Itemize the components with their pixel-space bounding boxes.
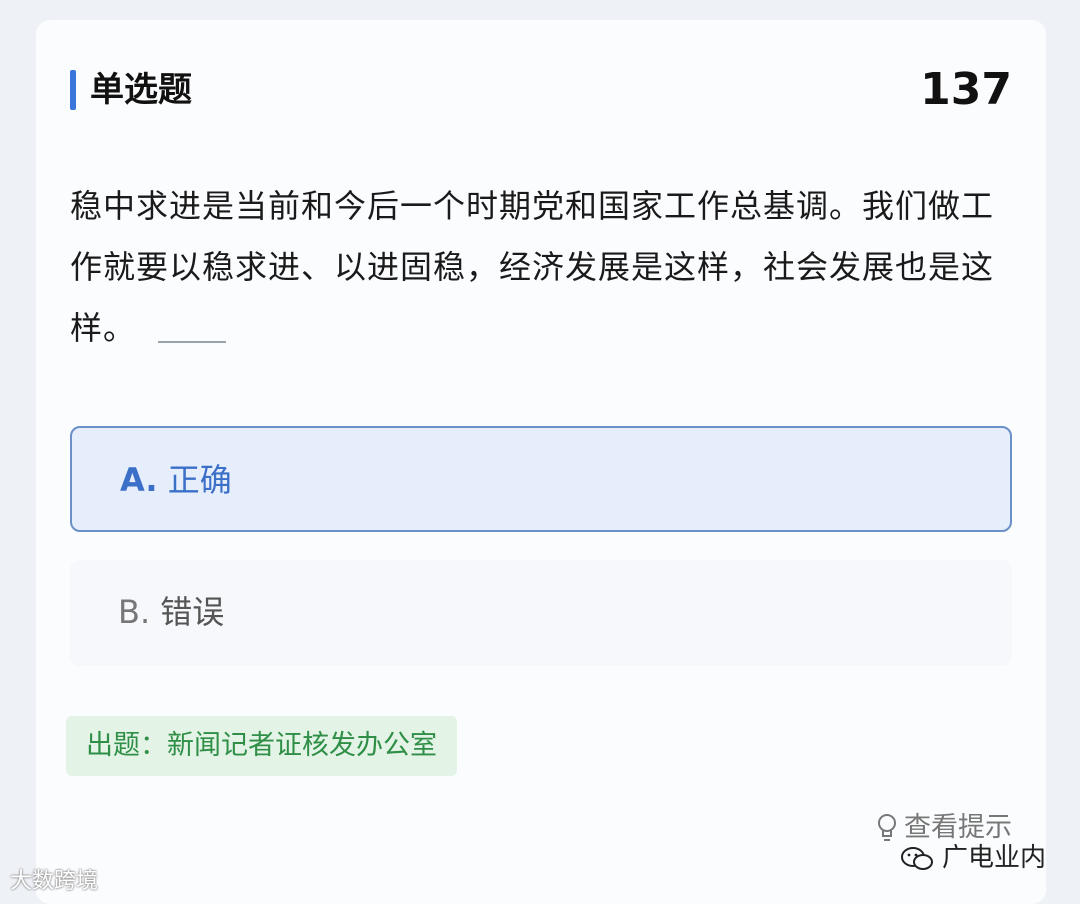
watermark-left: 大数跨境 — [10, 866, 98, 898]
option-a[interactable]: A. 正确 — [70, 426, 1012, 532]
option-letter: A. — [120, 461, 158, 499]
option-label: 错误 — [160, 593, 225, 631]
watermark-right: 广电业内 — [900, 840, 1046, 876]
option-a-content: A. 正确 — [120, 456, 232, 504]
source-badge: 出题：新闻记者证核发办公室 — [66, 716, 457, 776]
option-label: 正确 — [167, 461, 232, 499]
question-card: 单选题 137 稳中求进是当前和今后一个时期党和国家工作总基调。我们做工作就要以… — [36, 20, 1046, 904]
question-text: 稳中求进是当前和今后一个时期党和国家工作总基调。我们做工作就要以稳求进、以进固稳… — [70, 187, 995, 347]
answer-blank — [158, 341, 227, 343]
accent-bar — [70, 70, 76, 110]
option-b[interactable]: B. 错误 — [70, 560, 1012, 666]
question-header: 单选题 137 — [70, 62, 1012, 122]
question-number: 137 — [920, 64, 1012, 115]
wechat-icon — [900, 845, 934, 873]
question-text-block: 稳中求进是当前和今后一个时期党和国家工作总基调。我们做工作就要以稳求进、以进固稳… — [70, 176, 1020, 359]
option-letter: B. — [118, 593, 151, 631]
lightbulb-icon — [876, 813, 898, 845]
watermark-left-text: 大数跨境 — [10, 869, 99, 894]
option-b-content: B. 错误 — [118, 588, 224, 636]
hint-label: 查看提示 — [904, 812, 1012, 843]
watermark-right-text: 广电业内 — [941, 843, 1046, 873]
question-type-label: 单选题 — [90, 70, 192, 110]
